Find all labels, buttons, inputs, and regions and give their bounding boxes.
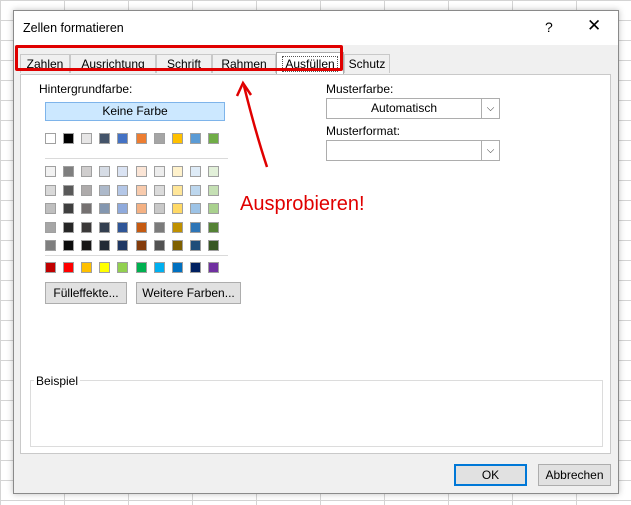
format-cells-dialog: Zellen formatieren ? ✕ Zahlen Ausrichtun… xyxy=(13,10,619,494)
color-swatch[interactable] xyxy=(63,262,75,273)
color-swatch[interactable] xyxy=(189,133,201,144)
color-swatch[interactable] xyxy=(135,133,147,144)
color-swatch[interactable] xyxy=(117,221,129,233)
color-swatch[interactable] xyxy=(117,262,129,273)
cancel-button[interactable]: Abbrechen xyxy=(538,464,611,486)
dialog-footer: OK Abbrechen xyxy=(14,454,618,492)
color-swatch[interactable] xyxy=(45,166,56,177)
color-swatch[interactable] xyxy=(63,203,75,215)
close-icon[interactable]: ✕ xyxy=(587,16,601,36)
color-swatch[interactable] xyxy=(171,184,183,196)
color-swatch[interactable] xyxy=(135,166,147,177)
help-icon[interactable]: ? xyxy=(545,19,553,35)
color-swatch[interactable] xyxy=(45,133,56,144)
color-swatch[interactable] xyxy=(207,133,219,144)
color-swatch[interactable] xyxy=(135,184,147,196)
color-swatch[interactable] xyxy=(153,184,165,196)
color-swatch[interactable] xyxy=(81,262,93,273)
color-swatch[interactable] xyxy=(153,221,165,233)
more-colors-button[interactable]: Weitere Farben... xyxy=(136,282,241,304)
color-swatch[interactable] xyxy=(63,240,75,252)
color-swatch[interactable] xyxy=(189,203,201,215)
color-swatch[interactable] xyxy=(81,133,93,144)
color-swatch[interactable] xyxy=(99,221,111,233)
dialog-title: Zellen formatieren xyxy=(23,21,124,35)
color-swatch[interactable] xyxy=(63,184,75,196)
sample-label: Beispiel xyxy=(34,374,81,388)
dialog-titlebar: Zellen formatieren ? ✕ xyxy=(14,11,618,45)
pattern-style-label: Musterformat: xyxy=(326,124,401,138)
color-swatch[interactable] xyxy=(171,203,183,215)
color-swatch[interactable] xyxy=(45,240,56,252)
color-swatch[interactable] xyxy=(153,203,165,215)
color-swatch[interactable] xyxy=(135,221,147,233)
color-swatch[interactable] xyxy=(153,133,165,144)
color-swatch[interactable] xyxy=(189,240,201,252)
color-swatch[interactable] xyxy=(153,262,165,273)
color-swatch[interactable] xyxy=(45,184,56,196)
color-swatch[interactable] xyxy=(45,221,56,233)
color-swatch[interactable] xyxy=(189,166,201,177)
color-swatch[interactable] xyxy=(81,203,93,215)
color-swatch[interactable] xyxy=(117,184,129,196)
color-swatch[interactable] xyxy=(171,221,183,233)
color-swatch[interactable] xyxy=(81,221,93,233)
sample-groupbox xyxy=(30,380,603,447)
color-swatch[interactable] xyxy=(189,184,201,196)
color-swatch[interactable] xyxy=(207,166,219,177)
color-swatch[interactable] xyxy=(81,240,93,252)
color-swatch[interactable] xyxy=(117,166,129,177)
color-swatch[interactable] xyxy=(153,166,165,177)
chevron-down-icon[interactable]: ⌵ xyxy=(481,141,499,160)
fill-effects-button[interactable]: Fülleffekte... xyxy=(45,282,127,304)
color-swatch[interactable] xyxy=(135,240,147,252)
color-swatch[interactable] xyxy=(117,203,129,215)
divider xyxy=(45,158,228,159)
divider xyxy=(45,255,228,256)
color-swatch[interactable] xyxy=(171,262,183,273)
color-swatch[interactable] xyxy=(99,166,111,177)
color-swatch[interactable] xyxy=(207,240,219,252)
color-swatch[interactable] xyxy=(207,184,219,196)
color-swatch[interactable] xyxy=(99,133,111,144)
color-swatch[interactable] xyxy=(171,240,183,252)
color-swatch[interactable] xyxy=(63,221,75,233)
color-swatch[interactable] xyxy=(99,262,111,273)
tab-label: Schutz xyxy=(348,57,386,71)
color-swatch[interactable] xyxy=(207,221,219,233)
color-swatch[interactable] xyxy=(153,240,165,252)
color-swatch[interactable] xyxy=(63,133,75,144)
chevron-down-icon[interactable]: ⌵ xyxy=(481,99,499,118)
color-swatch[interactable] xyxy=(207,262,219,273)
color-swatch[interactable] xyxy=(45,262,56,273)
color-swatch[interactable] xyxy=(189,262,201,273)
color-swatch[interactable] xyxy=(45,203,56,215)
pattern-color-dropdown[interactable]: Automatisch ⌵ xyxy=(326,98,500,119)
color-swatch[interactable] xyxy=(135,262,147,273)
background-color-label: Hintergrundfarbe: xyxy=(39,82,133,96)
color-swatch[interactable] xyxy=(81,184,93,196)
pattern-color-value: Automatisch xyxy=(370,101,438,115)
color-swatch[interactable] xyxy=(171,133,183,144)
pattern-style-dropdown[interactable]: ⌵ xyxy=(326,140,500,161)
color-swatch[interactable] xyxy=(99,184,111,196)
color-swatch[interactable] xyxy=(63,166,75,177)
color-swatch[interactable] xyxy=(117,240,129,252)
color-swatch[interactable] xyxy=(99,240,111,252)
pattern-color-label: Musterfarbe: xyxy=(326,82,394,96)
color-swatch[interactable] xyxy=(117,133,129,144)
color-swatch[interactable] xyxy=(135,203,147,215)
annotation-text: Ausprobieren! xyxy=(240,193,365,215)
no-color-button[interactable]: Keine Farbe xyxy=(45,102,225,121)
ok-button[interactable]: OK xyxy=(454,464,527,486)
tab-schutz[interactable]: Schutz xyxy=(344,54,390,73)
color-swatch[interactable] xyxy=(207,203,219,215)
color-swatch[interactable] xyxy=(171,166,183,177)
tab-highlight-box xyxy=(15,45,343,71)
color-swatch[interactable] xyxy=(81,166,93,177)
color-swatch[interactable] xyxy=(189,221,201,233)
color-swatch[interactable] xyxy=(99,203,111,215)
